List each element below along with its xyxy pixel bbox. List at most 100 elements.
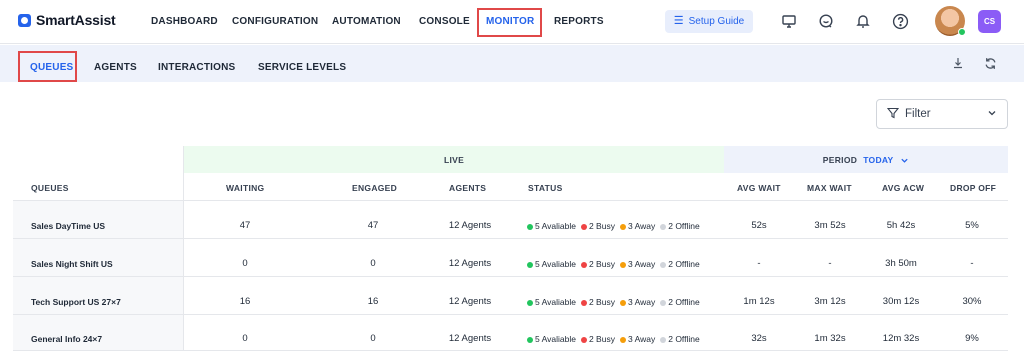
busy-dot-icon [580,223,587,230]
cell-agents: 12 Agents [448,333,492,344]
status-offline: 2 Offline [660,221,700,231]
app-name: SmartAssist [36,12,116,28]
status-summary: 5 Avaliable 2 Busy 3 Away 2 Offline [527,297,700,307]
available-dot-icon [527,336,533,343]
away-dot-icon [619,261,626,268]
cell-agents: 12 Agents [448,220,492,231]
queues-highlight-box [18,51,77,82]
status-away: 3 Away [619,297,655,307]
busy-dot-icon [580,336,587,343]
chevron-down-icon [901,158,908,163]
monitor-highlight-box [477,8,542,37]
help-icon[interactable] [890,11,910,31]
queue-name[interactable]: General Info 24×7 [31,334,102,344]
status-away: 3 Away [619,334,655,344]
offline-dot-icon [660,261,667,268]
live-label: LIVE [443,155,465,165]
monitor-icon[interactable] [779,11,799,31]
filter-label: Filter [905,108,931,120]
cell-drop-off: - [970,258,974,269]
nav-item-automation[interactable]: AUTOMATION [332,16,401,27]
offline-dot-icon [660,336,667,343]
status-available: 5 Avaliable [527,221,576,231]
status-offline: 2 Offline [660,297,700,307]
header-avg-acw: AVG ACW [882,183,925,193]
header-drop-off: DROP OFF [950,183,997,193]
cell-engaged: 16 [367,296,379,307]
offline-dot-icon [660,299,667,306]
status-available: 5 Avaliable [527,297,576,307]
away-dot-icon [619,336,626,343]
column-divider [183,146,184,350]
setup-guide-button[interactable]: ☰ Setup Guide [665,10,753,33]
bell-icon[interactable] [853,11,873,31]
nav-item-dashboard[interactable]: DASHBOARD [151,16,218,27]
header-agents: AGENTS [449,183,487,193]
header-max-wait: MAX WAIT [807,183,852,193]
offline-dot-icon [660,223,667,230]
logo-icon [18,13,31,27]
cell-engaged: 0 [370,258,376,269]
queue-name[interactable]: Sales DayTime US [31,221,105,231]
away-dot-icon [619,299,626,306]
sub-navigation-bar: QUEUES AGENTS INTERACTIONS SERVICE LEVEL… [0,45,1024,82]
nav-item-configuration[interactable]: CONFIGURATION [232,16,318,27]
busy-dot-icon [580,261,587,268]
tab-interactions[interactable]: INTERACTIONS [158,62,235,73]
header-avg-wait: AVG WAIT [737,183,781,193]
tab-agents[interactable]: AGENTS [94,62,137,73]
chat-bubble-icon[interactable] [816,11,836,31]
cell-engaged: 47 [367,220,379,231]
row-divider [13,276,1008,277]
cell-drop-off: 30% [962,296,982,307]
online-status-dot [958,28,966,36]
cell-waiting: 0 [242,333,248,344]
status-available: 5 Avaliable [527,334,576,344]
busy-dot-icon [580,299,587,306]
cell-drop-off: 9% [965,333,979,344]
setup-guide-label: Setup Guide [688,16,745,27]
status-away: 3 Away [619,221,655,231]
header-queues: QUEUES [31,183,69,193]
filter-dropdown[interactable]: Filter [876,99,1008,129]
row-divider [13,314,1008,315]
header-status: STATUS [528,183,563,193]
away-dot-icon [619,223,626,230]
cell-drop-off: 5% [965,220,979,231]
status-busy: 2 Busy [580,297,615,307]
header-waiting: WAITING [226,183,265,193]
app-logo[interactable]: SmartAssist [18,12,116,28]
period-selector[interactable]: PERIOD TODAY [724,155,1008,165]
cell-waiting: 16 [239,296,251,307]
available-dot-icon [527,261,533,268]
header-engaged: ENGAGED [352,183,398,193]
tab-service-levels[interactable]: SERVICE LEVELS [258,62,346,73]
cell-agents: 12 Agents [448,296,492,307]
status-away: 3 Away [619,259,655,269]
status-available: 5 Avaliable [527,259,576,269]
funnel-icon [886,107,900,122]
available-dot-icon [527,223,533,230]
status-offline: 2 Offline [660,259,700,269]
status-summary: 5 Avaliable 2 Busy 3 Away 2 Offline [527,259,700,269]
list-icon: ☰ [673,15,684,27]
status-busy: 2 Busy [580,334,615,344]
status-busy: 2 Busy [580,259,615,269]
queue-name[interactable]: Sales Night Shift US [31,259,113,269]
queue-name[interactable]: Tech Support US 27×7 [31,297,121,307]
header-divider [13,200,1008,201]
period-label: PERIOD [822,155,858,165]
status-summary: 5 Avaliable 2 Busy 3 Away 2 Offline [527,221,700,231]
cell-agents: 12 Agents [448,258,492,269]
download-icon[interactable] [950,55,966,71]
row-divider [13,238,1008,239]
status-summary: 5 Avaliable 2 Busy 3 Away 2 Offline [527,334,700,344]
cell-waiting: 47 [239,220,251,231]
nav-item-console[interactable]: CONSOLE [419,16,470,27]
nav-item-reports[interactable]: REPORTS [554,16,604,27]
cell-engaged: 0 [370,333,376,344]
refresh-icon[interactable] [982,55,998,71]
user-initials-badge[interactable]: CS [978,10,1001,33]
status-offline: 2 Offline [660,334,700,344]
row-divider [13,350,1008,351]
